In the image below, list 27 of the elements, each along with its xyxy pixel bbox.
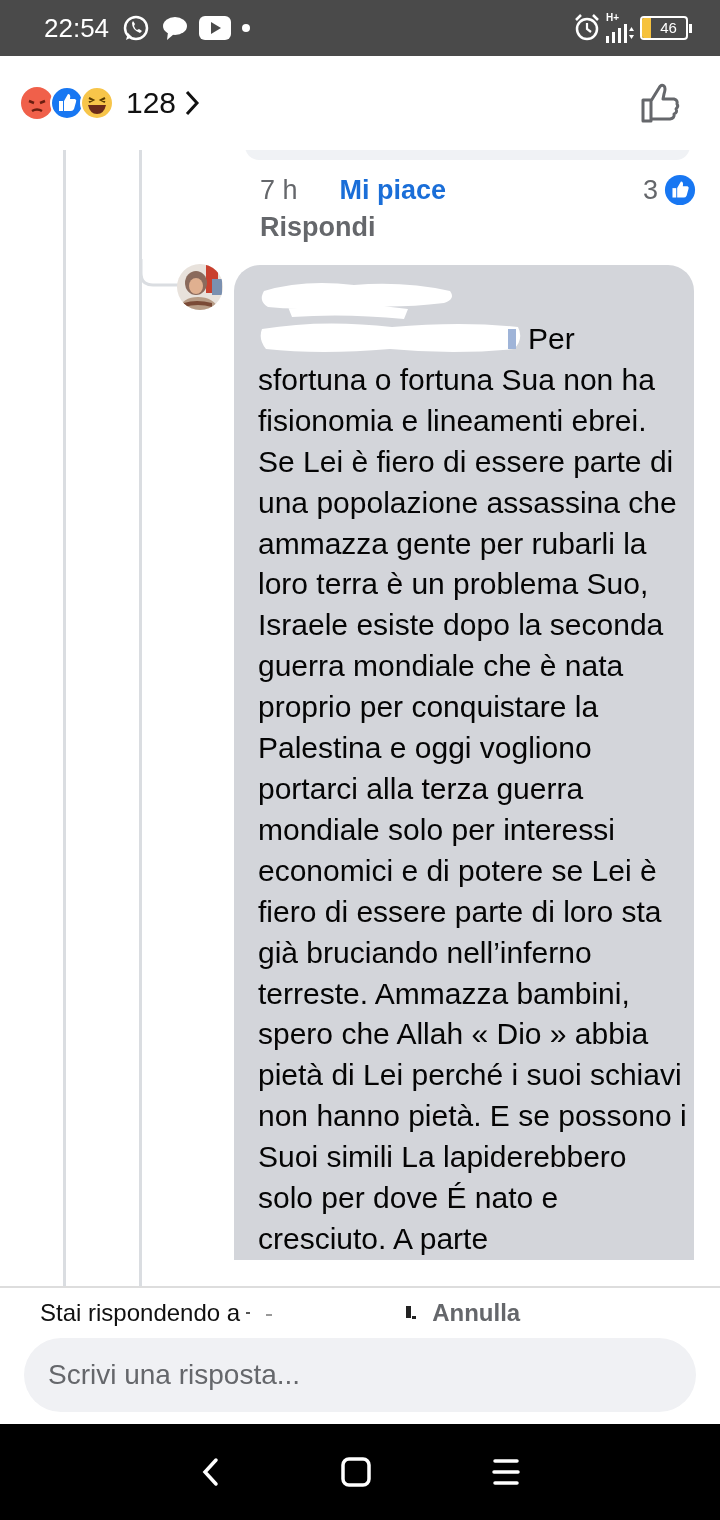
chevron-right-icon[interactable]: [184, 89, 201, 117]
angry-emoji-icon: [20, 86, 54, 120]
like-reaction-icon: [50, 86, 84, 120]
like-count: 3: [642, 174, 658, 206]
signal-icon: [606, 23, 634, 43]
reaction-count[interactable]: 128: [126, 86, 177, 120]
message-icon: [161, 15, 190, 41]
reply-input[interactable]: Scrivi una risposta...: [24, 1338, 696, 1412]
back-icon[interactable]: [200, 1457, 220, 1487]
cancel-link[interactable]: Annulla: [432, 1299, 521, 1327]
laughing-emoji-icon: [80, 86, 114, 120]
like-link[interactable]: Mi piace: [339, 174, 447, 206]
play-icon: [199, 16, 232, 40]
battery-fill: [642, 18, 652, 38]
clock-time: 22:54: [44, 12, 110, 44]
home-icon[interactable]: [340, 1456, 372, 1488]
reply-link[interactable]: Rispondi: [260, 212, 376, 243]
like-icon[interactable]: [640, 82, 680, 124]
dot-icon: [241, 23, 252, 33]
battery-level: 46: [659, 18, 678, 38]
like-reaction-icon: [664, 174, 696, 206]
replying-to-label: Stai rispondendo a: [40, 1299, 241, 1327]
comment-text: Per sfortuna o fortuna Sua non ha fisionomia e lineamenti ebrei. Se Lei è fiero di essere parte di una popolazione assassina che ammazza gente per rubarli la loro terra è un problema Suo, Israele esiste dopo la seconda guerra mondiale che è nata proprio per conquistare la Palestina e oggi vogliono portarci alla terza guerra mondiale solo per interessi economici e di potere se Lei è fiero di essere parte di loro sta già bruciando nell’inferno terreste. Ammazza bambini, spero che Allah « Dio » abbia pietà di Lei perché i suoi schiavi non hanno pietà. E se possono i Suoi simili La lapiderebbero solo per dove É nato e cresciuto. A parte: [258, 320, 688, 1257]
alarm-icon: [574, 14, 600, 42]
menu-icon[interactable]: [492, 1457, 520, 1487]
comment-time: 7 h: [260, 174, 298, 206]
network-type: H+: [606, 13, 620, 23]
